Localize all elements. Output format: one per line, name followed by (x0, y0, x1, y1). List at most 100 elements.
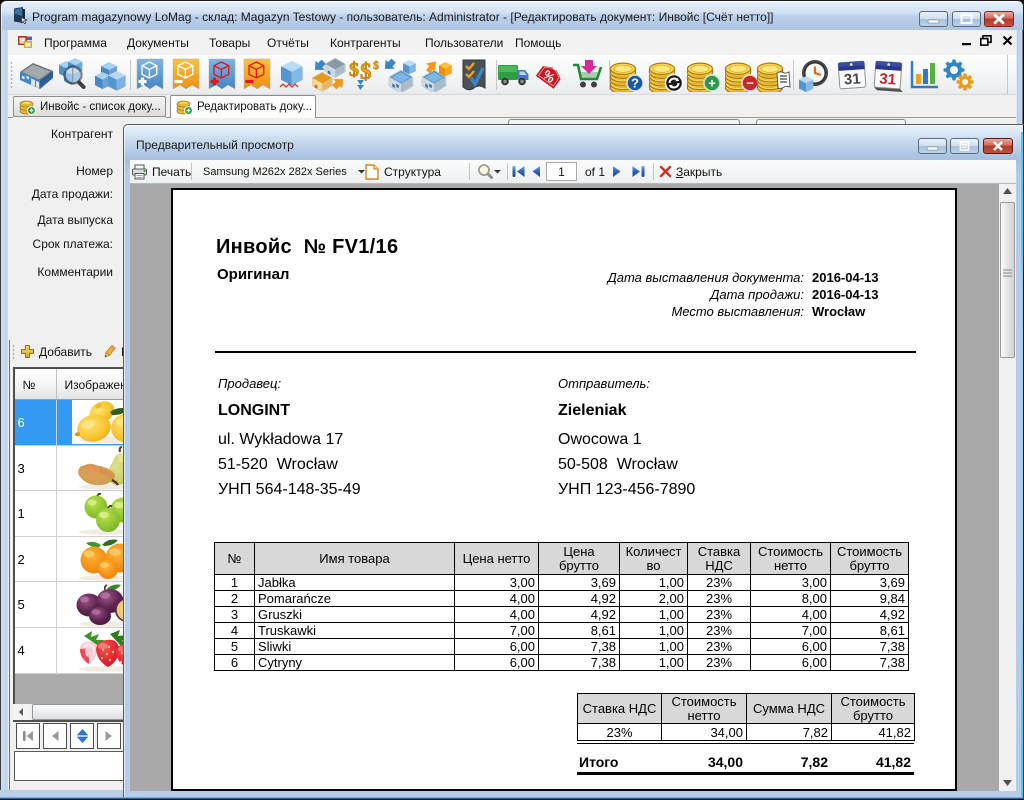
dialog-restore-button[interactable] (950, 138, 979, 154)
print-button[interactable]: Печать (131, 160, 191, 183)
items-cell: 2 (215, 591, 255, 607)
preview-document-area: Инвойс № FV1/16ОригиналДата выставления … (130, 184, 1016, 791)
printer-dropdown-icon[interactable] (358, 160, 365, 183)
menu-documents[interactable]: Документы (118, 34, 198, 52)
truck-icon[interactable] (497, 58, 531, 92)
total-vat: 7,82 (746, 754, 831, 770)
zoom-button[interactable] (477, 160, 494, 183)
close-button[interactable] (984, 11, 1014, 27)
items-cell: 3,69 (539, 575, 620, 591)
gears-icon[interactable] (941, 58, 975, 92)
dialog-minimize-button[interactable] (918, 138, 947, 154)
coins-plus-icon[interactable]: + (686, 58, 720, 92)
close-label: Закрыть (676, 165, 722, 179)
coins-doc-icon[interactable] (756, 58, 790, 92)
zoom-dropdown-icon[interactable] (494, 160, 501, 183)
nav-prev-button[interactable] (43, 723, 67, 749)
nav-next-page-button[interactable] (611, 160, 623, 183)
items-cell: 4,92 (831, 607, 909, 623)
coins-minus-icon[interactable]: − (724, 58, 758, 92)
doc-add-blue-icon[interactable] (133, 58, 167, 92)
transfer-warehouse-icon[interactable] (312, 58, 346, 92)
add-item-button[interactable]: Добавить (20, 344, 92, 359)
tab-invoice-list[interactable]: Инвойс - список доку... (13, 96, 166, 117)
info-label: Дата выставления документа: (608, 270, 804, 285)
mdi-restore-button[interactable] (980, 35, 992, 46)
vscroll-up-button[interactable] (1003, 187, 1012, 195)
menu-users[interactable]: Пользователи (416, 34, 512, 52)
toolbar-separator (469, 163, 470, 180)
items-cell: 7,38 (831, 639, 909, 655)
items-cell: 1,00 (620, 623, 688, 639)
summary-header: Ставка НДС (578, 694, 662, 724)
nav-next-button[interactable] (97, 723, 121, 749)
tab-edit-document[interactable]: Редактировать доку... (170, 95, 316, 118)
close-preview-button[interactable]: Закрыть (659, 160, 722, 183)
minimize-button[interactable] (919, 11, 948, 27)
calendar-blue-icon[interactable]: 31 (835, 58, 869, 92)
nav-first-button[interactable] (16, 723, 40, 749)
doc-minus-red-icon[interactable] (240, 58, 274, 92)
hscroll-left-button[interactable] (13, 704, 29, 720)
page-count-label: of 1 (585, 160, 605, 183)
items-cell: 1 (215, 575, 255, 591)
discount-tag-icon[interactable]: % (533, 58, 567, 92)
party-name: LONGINT (218, 402, 290, 420)
menu-contractors[interactable]: Контрагенты (321, 34, 410, 52)
items-cell: 7,00 (751, 623, 831, 639)
inventory-cube-icon[interactable] (275, 58, 309, 92)
preview-vscrollbar[interactable] (999, 184, 1016, 791)
doc-add-red-icon[interactable] (205, 58, 239, 92)
printer-select[interactable]: Samsung M262x 282x Series (203, 160, 347, 183)
coins-refresh-icon[interactable] (648, 58, 682, 92)
items-header: Имя товара (255, 543, 455, 575)
menu-reports[interactable]: Отчёты (258, 34, 318, 52)
mdi-minimize-button[interactable] (962, 36, 972, 46)
nav-prev-page-button[interactable] (530, 160, 542, 183)
coins-question-icon[interactable]: ? (609, 58, 643, 92)
info-value: 2016-04-13 (812, 270, 879, 285)
bar-chart-icon[interactable] (907, 58, 941, 92)
verify-checks-icon[interactable] (457, 58, 491, 92)
total-gross: 41,82 (831, 754, 914, 770)
items-header-row: №Имя товараЦена неттоЦенабруттоКоличеств… (215, 543, 909, 575)
dialog-close-button[interactable] (983, 138, 1013, 154)
menu-goods[interactable]: Товары (200, 34, 259, 52)
dialog-title: Предварительный просмотр (136, 138, 294, 152)
info-value: Wrocław (812, 304, 865, 319)
party-line: УНП 564-148-35-49 (218, 481, 361, 499)
items-header: Стоимостьбрутто (831, 543, 909, 575)
doc-minus-orange-icon[interactable] (169, 58, 203, 92)
toolbar-separator (191, 163, 192, 180)
nav-sort-button[interactable] (70, 723, 94, 749)
structure-button[interactable]: Структура (365, 160, 441, 183)
items-header: Цена нетто (455, 543, 539, 575)
nav-first-page-button[interactable] (511, 160, 526, 183)
clock-cube-icon[interactable] (797, 58, 831, 92)
maximize-button[interactable] (952, 11, 981, 27)
summary-header: Стоимостьбрутто (832, 694, 915, 724)
warehouse-in-icon[interactable] (383, 58, 417, 92)
items-cell: 4,00 (455, 607, 539, 623)
items-cell: 7,38 (831, 655, 909, 671)
vscroll-thumb[interactable] (1000, 202, 1015, 358)
mdi-close-button[interactable] (1002, 35, 1013, 46)
cubes-icon[interactable] (93, 58, 127, 92)
tab-label: Инвойс - список доку... (40, 101, 161, 113)
calendar-red-icon[interactable]: 31 (871, 58, 905, 92)
items-cell: 3,00 (455, 575, 539, 591)
cart-arrow-icon[interactable] (570, 58, 604, 92)
warehouse-search-icon[interactable] (56, 58, 90, 92)
warehouse-icon[interactable] (19, 58, 53, 92)
page-number-input[interactable]: 1 (546, 162, 577, 181)
info-label: Место выставления: (671, 304, 804, 319)
nav-last-page-button[interactable] (631, 160, 646, 183)
menu-help[interactable]: Помощь (506, 34, 570, 52)
price-dollars-icon[interactable]: $ $ $ (348, 58, 382, 92)
vscroll-down-button[interactable] (1003, 779, 1012, 787)
grid-col-num[interactable]: № (15, 369, 57, 399)
printer-name: Samsung M262x 282x Series (203, 166, 347, 178)
mdi-child-icon (17, 34, 33, 50)
menu-program[interactable]: Программа (35, 34, 116, 52)
warehouse-out-icon[interactable] (420, 58, 454, 92)
